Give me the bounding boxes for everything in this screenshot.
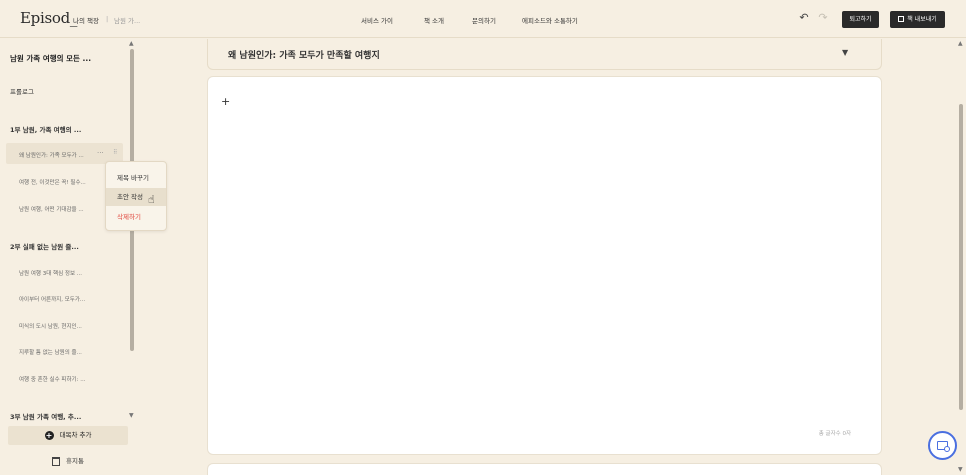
settings-dot-icon xyxy=(944,446,950,452)
sidebar-book-title[interactable]: 남원 가족 여행의 모든 ... xyxy=(10,53,91,64)
nav-inquiry[interactable]: 문의하기 xyxy=(472,15,496,25)
sidebar-section[interactable]: 왜 남원인가: 가족 모두가 ... xyxy=(19,151,84,159)
sidebar-chapter[interactable]: 2부 실패 없는 남원 즐... xyxy=(10,241,79,251)
top-header: Episod_ 나의 책장 | 남원 가... 서비스 가이 책 소개 문의하기… xyxy=(0,0,966,38)
sidebar-chapter[interactable]: 3부 남원 가족 여행, 추... xyxy=(10,411,81,421)
add-chapter-label: 대목차 추가 xyxy=(59,431,92,439)
char-count: 총 글자수 0자 xyxy=(818,431,851,437)
plus-circle-icon: + xyxy=(44,430,54,440)
feedback-chat-button[interactable] xyxy=(928,431,957,460)
sidebar-section[interactable]: 아이부터 어른까지, 모두가... xyxy=(19,295,85,303)
export-book-label: 책 내보내기 xyxy=(907,16,937,23)
caret-down-icon[interactable]: ▼ xyxy=(842,48,848,57)
menu-item-rename[interactable]: 제목 바꾸기 xyxy=(106,169,166,187)
add-chapter-button[interactable]: + 대목차 추가 xyxy=(8,426,128,445)
chapter-header[interactable]: 왜 남원인가: 가족 모두가 만족할 여행지 ▼ xyxy=(207,39,882,70)
next-editor-area[interactable] xyxy=(207,463,882,475)
export-book-button[interactable]: 책 내보내기 xyxy=(890,11,945,28)
chapter-title: 왜 남원인가: 가족 모두가 만족할 여행지 xyxy=(228,51,380,61)
page-scrollbar[interactable] xyxy=(959,104,963,410)
sidebar-section[interactable]: 남원 여행, 어떤 기대감을 ... xyxy=(19,205,84,213)
logo[interactable]: Episod_ xyxy=(20,9,77,27)
menu-item-draft[interactable]: 초안 작성 xyxy=(106,188,166,206)
scroll-up-arrow-icon[interactable]: ▲ xyxy=(129,40,134,47)
nav-service-guide[interactable]: 서비스 가이 xyxy=(361,15,393,25)
redo-icon[interactable]: ↷ xyxy=(816,11,830,25)
context-menu: 제목 바꾸기 초안 작성 삭제하기 xyxy=(105,161,167,231)
page-scroll-up-arrow-icon[interactable]: ▲ xyxy=(958,40,963,47)
undo-icon[interactable]: ↶ xyxy=(797,11,811,25)
sidebar-chapter[interactable]: 1부 남원, 가족 여행의 ... xyxy=(10,124,81,134)
more-dots-icon[interactable]: ··· xyxy=(97,149,104,157)
sidebar-item-prologue[interactable]: 프롤로그 xyxy=(10,86,34,96)
sidebar-section[interactable]: 지루할 틈 없는 남원의 즐... xyxy=(19,348,82,356)
submit-button[interactable]: 퇴고하기 xyxy=(842,11,879,28)
nav-community[interactable]: 에피소드와 소통하기 xyxy=(522,15,578,25)
drag-handle-icon[interactable]: ⠿ xyxy=(113,149,117,156)
sidebar-toc: 남원 가족 여행의 모든 ... 프롤로그 1부 남원, 가족 여행의 ... … xyxy=(0,39,137,475)
book-icon xyxy=(898,16,905,22)
trash-button[interactable]: 휴지통 xyxy=(8,455,128,466)
trash-icon xyxy=(52,456,61,466)
trash-label: 휴지통 xyxy=(66,457,84,465)
breadcrumb-bookshelf[interactable]: 나의 책장 xyxy=(73,15,99,25)
scroll-down-arrow-icon[interactable]: ▼ xyxy=(129,412,134,419)
breadcrumb-separator: | xyxy=(106,15,109,23)
add-block-icon[interactable]: + xyxy=(221,95,230,108)
page-scroll-down-arrow-icon[interactable]: ▼ xyxy=(958,466,963,473)
editor-area[interactable]: + 총 글자수 0자 xyxy=(207,76,882,455)
menu-item-delete[interactable]: 삭제하기 xyxy=(106,208,166,226)
sidebar-section[interactable]: 미식의 도시 남원, 현지인... xyxy=(19,322,82,330)
breadcrumb-current-book: 남원 가... xyxy=(114,17,141,25)
sidebar-section[interactable]: 남원 여행 3대 핵심 정보 ... xyxy=(19,269,82,277)
sidebar-section[interactable]: 여행 중 흔한 실수 피하기: ... xyxy=(19,375,85,383)
hand-cursor-icon: ☝ xyxy=(148,193,155,206)
sidebar-section[interactable]: 여행 전, 이것만은 꼭! 필수... xyxy=(19,178,86,186)
nav-book-intro[interactable]: 책 소개 xyxy=(424,15,444,25)
